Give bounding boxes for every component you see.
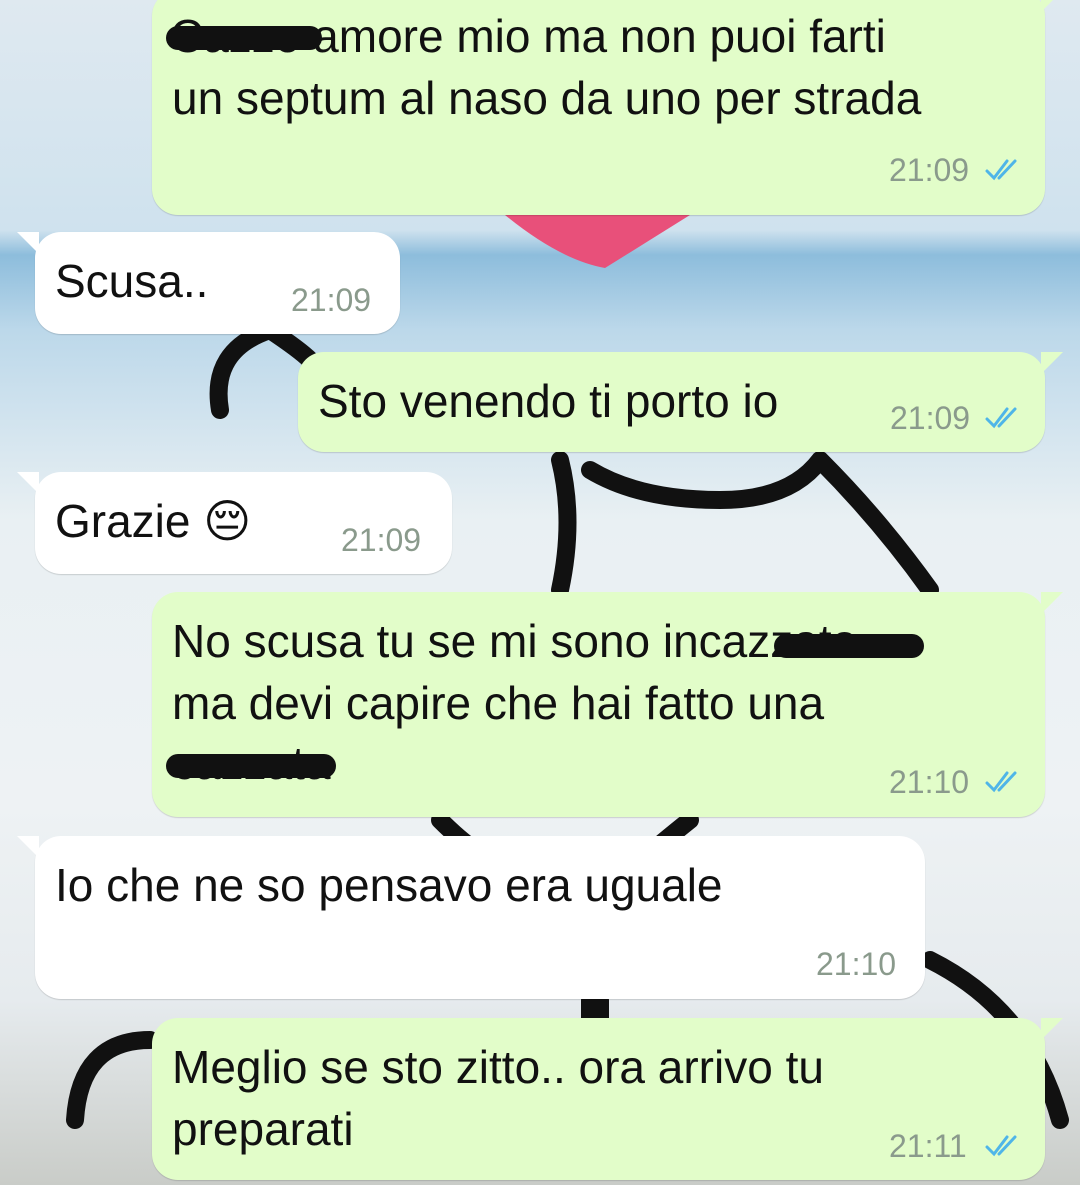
- redaction-mark: [774, 634, 924, 658]
- message-text-line: preparati: [172, 1103, 354, 1155]
- redaction-mark: [166, 754, 336, 778]
- message-text-line: Meglio se sto zitto.. ora arrivo tu: [172, 1041, 824, 1093]
- message-timestamp: 21:10: [816, 946, 897, 982]
- message-bubble-outgoing[interactable]: Meglio se sto zitto.. ora arrivo tu prep…: [152, 1018, 1063, 1180]
- double-check-icon: [985, 771, 1017, 793]
- message-bubble-outgoing[interactable]: Sto venendo ti porto io 21:09: [298, 352, 1063, 452]
- double-check-icon: [985, 407, 1017, 429]
- doodle-stroke: [581, 991, 609, 1029]
- message-timestamp: 21:09: [889, 152, 970, 188]
- double-check-icon: [985, 1135, 1017, 1157]
- message-text-line: No scusa tu se mi sono incazzato: [172, 615, 858, 667]
- message-bubble-incoming[interactable]: Grazie 😔 21:09: [17, 472, 452, 574]
- message-text-line: Sto venendo ti porto io: [318, 375, 779, 427]
- message-text-line: Grazie 😔: [55, 495, 252, 547]
- doodle-arm: [551, 451, 939, 599]
- double-check-icon: [985, 159, 1017, 181]
- doodle-head: [209, 321, 319, 419]
- message-timestamp: 21:11: [889, 1128, 967, 1164]
- message-bubble-outgoing[interactable]: Cazzo amore mio ma non puoi farti un sep…: [152, 0, 1063, 215]
- message-bubble-outgoing[interactable]: No scusa tu se mi sono incazzato ma devi…: [152, 592, 1063, 817]
- message-timestamp: 21:09: [291, 282, 372, 318]
- heart-shape: [505, 215, 690, 268]
- message-text-line: Io che ne so pensavo era uguale: [55, 859, 723, 911]
- message-bubble-incoming[interactable]: Scusa.. 21:09: [17, 232, 400, 334]
- message-timestamp: 21:09: [341, 522, 422, 558]
- message-text-line: un septum al naso da uno per strada: [172, 72, 922, 124]
- message-timestamp: 21:10: [889, 764, 970, 800]
- message-bubble-incoming[interactable]: Io che ne so pensavo era uguale 21:10: [17, 836, 925, 999]
- message-text-line: ma devi capire che hai fatto una: [172, 677, 825, 729]
- redaction-mark: [166, 26, 322, 50]
- message-text-line: Scusa..: [55, 255, 209, 307]
- message-timestamp: 21:09: [890, 400, 971, 436]
